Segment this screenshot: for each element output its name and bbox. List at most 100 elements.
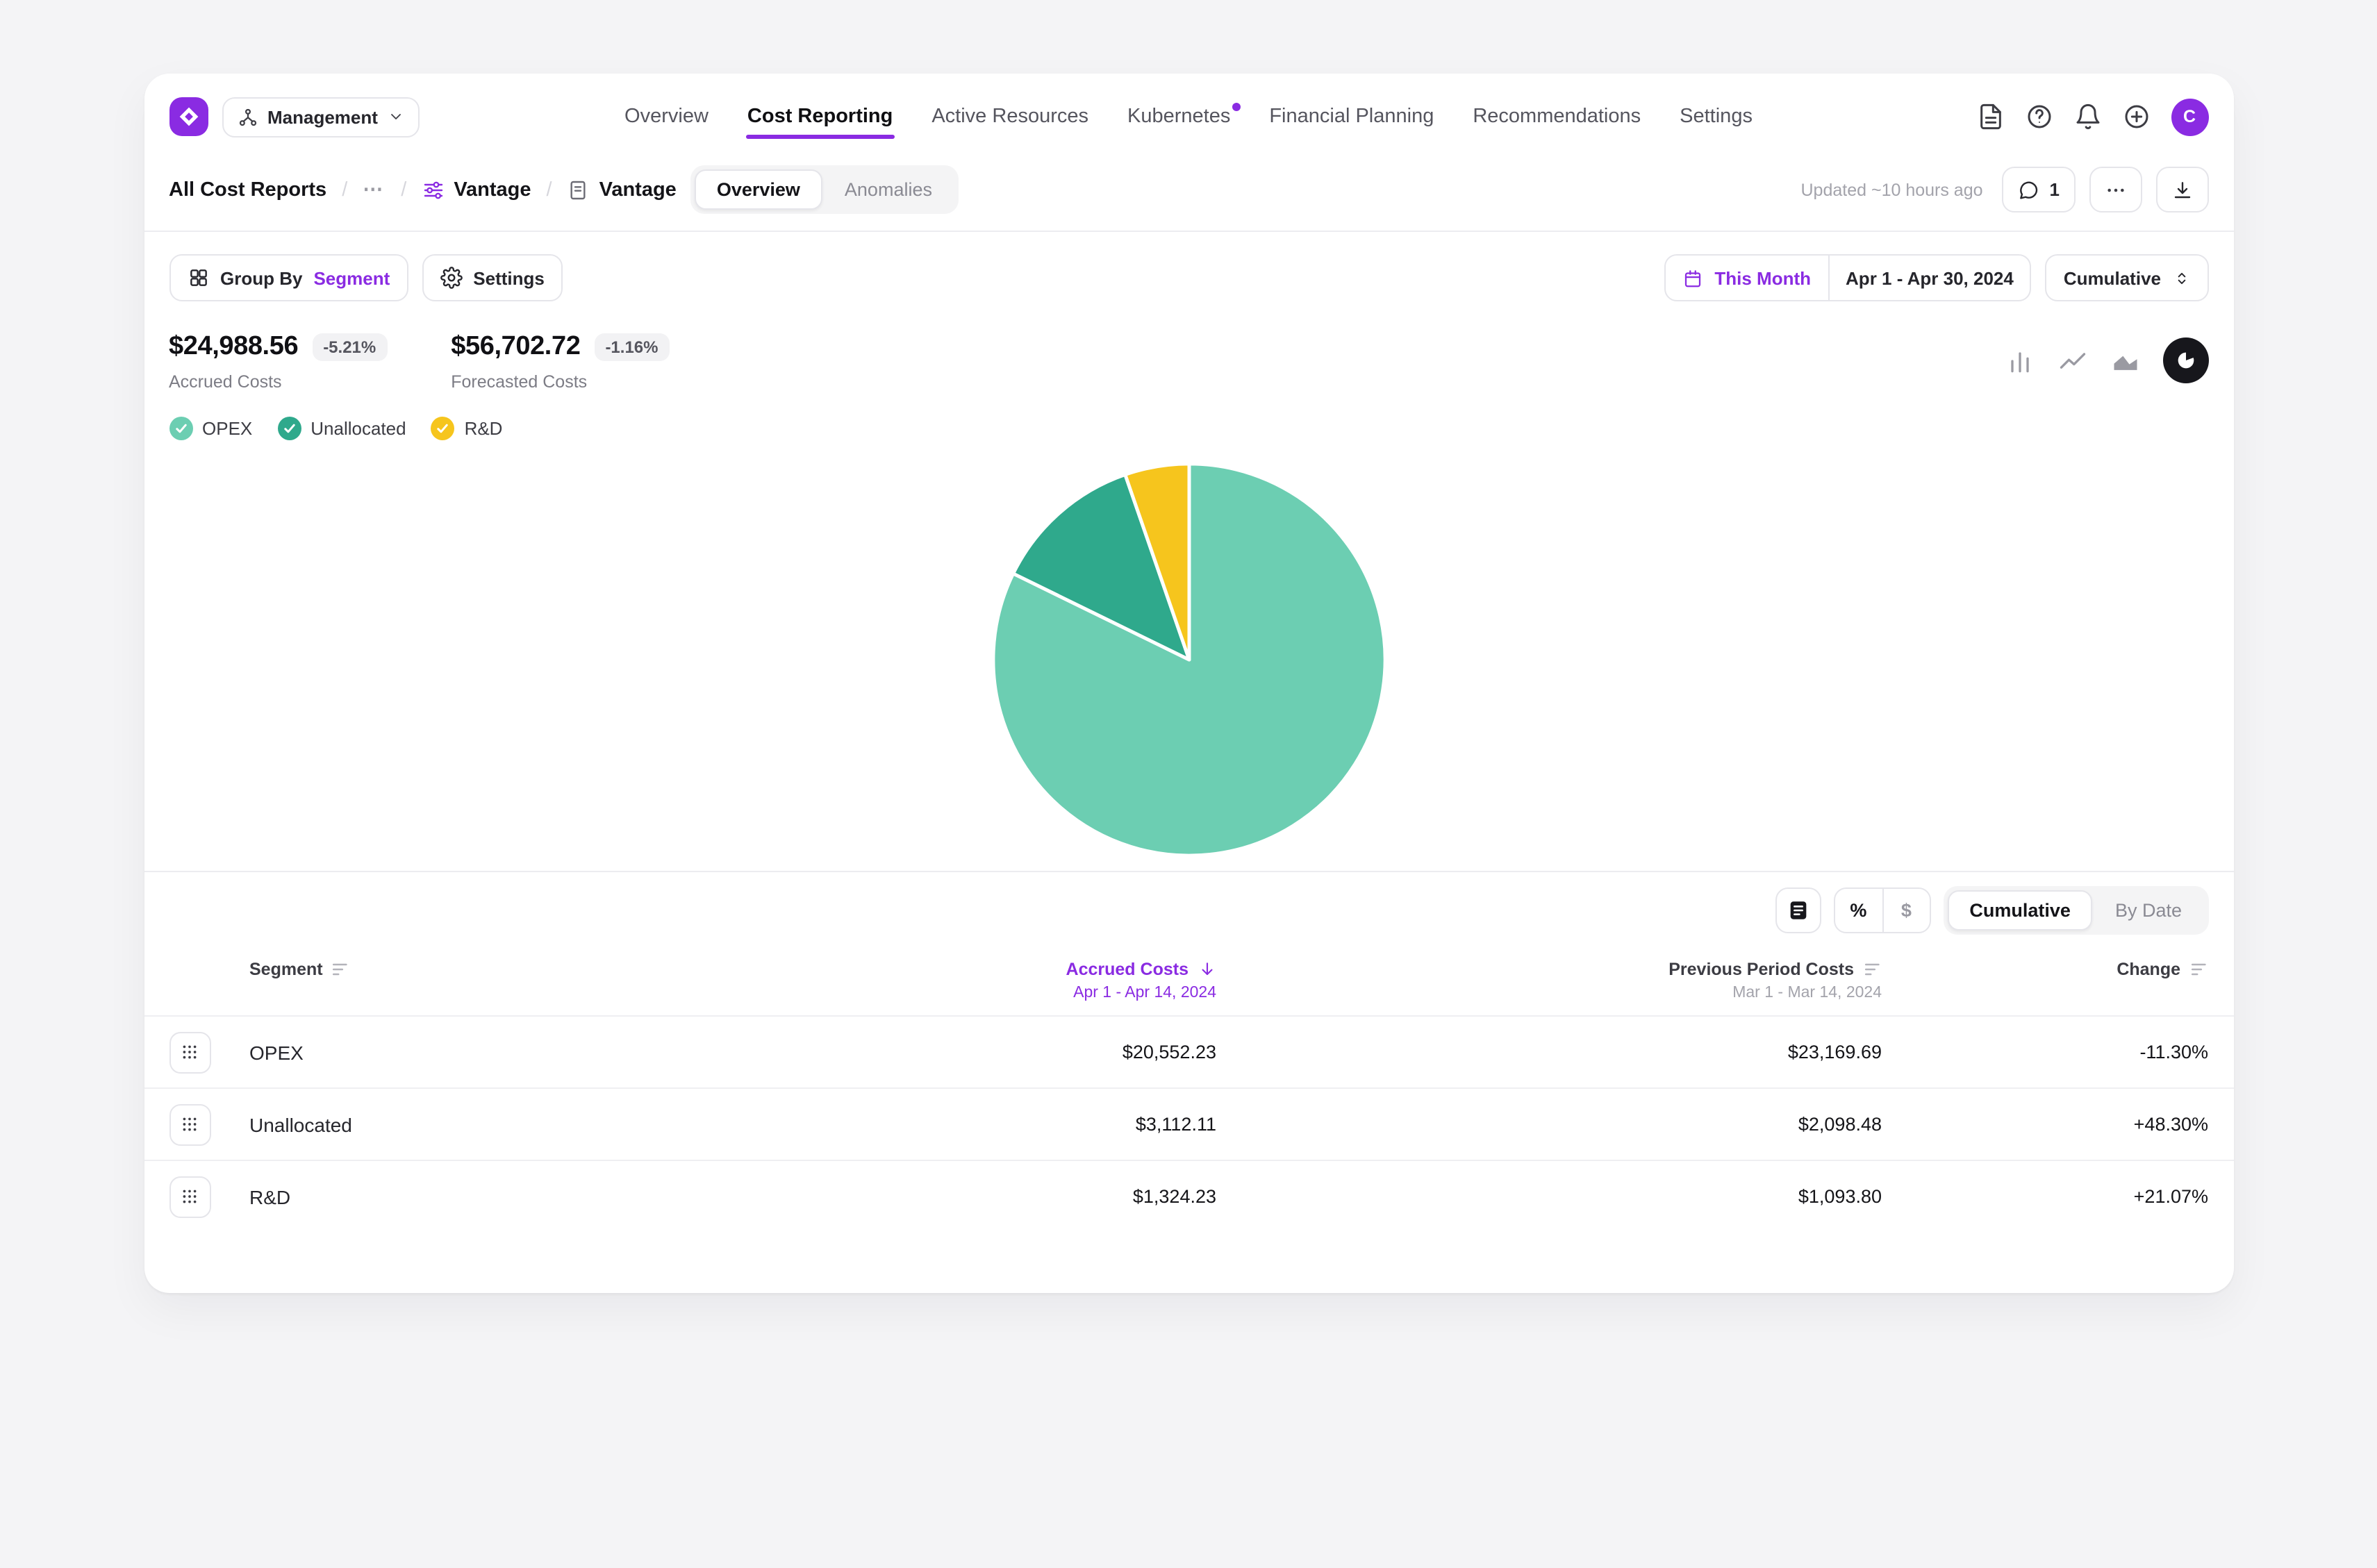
settings-label: Settings [473, 267, 545, 288]
report-view-button[interactable] [1775, 887, 1821, 933]
accrued-header-sub: Apr 1 - Apr 14, 2024 [758, 985, 1216, 1001]
vantage-logo[interactable] [169, 97, 208, 136]
nav-item-cost-reporting[interactable]: Cost Reporting [746, 89, 894, 144]
breadcrumb-report[interactable]: Vantage [568, 178, 677, 201]
nav-item-kubernetes-label: Kubernetes [1127, 106, 1230, 128]
breadcrumb-root[interactable]: All Cost Reports [169, 178, 326, 201]
forecasted-costs-delta-badge: -1.16% [594, 333, 669, 361]
breadcrumb-collapsed-button[interactable]: ⋯ [363, 178, 386, 201]
kpi-band: $24,988.56 -5.21% Accrued Costs $56,702.… [169, 332, 2208, 392]
pie-chart[interactable] [982, 453, 1395, 867]
percent-toggle[interactable]: % [1834, 889, 1882, 932]
row-segment: OPEX [249, 1041, 758, 1063]
legend-label-opex: OPEX [202, 418, 252, 439]
area-chart-icon[interactable] [2110, 345, 2140, 376]
dollar-toggle[interactable]: $ [1882, 889, 1929, 932]
legend-item-unallocated[interactable]: Unallocated [277, 417, 406, 440]
help-icon[interactable] [2025, 103, 2053, 131]
settings-button[interactable]: Settings [422, 254, 563, 301]
table-row[interactable]: OPEX $20,552.23 $23,169.69 -11.30% [144, 1015, 2233, 1087]
table-controls: % $ Cumulative By Date [144, 872, 2233, 949]
accrued-costs-label: Accrued Costs [169, 372, 387, 392]
row-change: +48.30% [1882, 1114, 2208, 1135]
col-header-change[interactable]: Change [1882, 960, 2208, 979]
tab-cumulative[interactable]: Cumulative [1947, 890, 2093, 931]
bar-chart-icon[interactable] [2004, 345, 2035, 376]
row-grid-handle[interactable] [169, 1176, 210, 1217]
col-header-accrued[interactable]: Accrued Costs Apr 1 - Apr 14, 2024 [758, 960, 1216, 1001]
legend-check-unallocated [277, 417, 301, 440]
breadcrumb-folder[interactable]: Vantage [422, 178, 531, 201]
docs-icon[interactable] [1976, 103, 2004, 131]
table-mode-tabs: Cumulative By Date [1943, 886, 2208, 935]
more-options-button[interactable] [2089, 167, 2142, 212]
download-icon [2171, 178, 2193, 201]
nav-item-kubernetes[interactable]: Kubernetes [1126, 89, 1232, 144]
pie-chart-icon [2173, 349, 2197, 372]
group-by-button[interactable]: Group By Segment [169, 254, 408, 301]
nav-item-recommendations[interactable]: Recommendations [1471, 89, 1642, 144]
new-badge-dot [1232, 103, 1240, 111]
date-range-button[interactable]: Apr 1 - Apr 30, 2024 [1829, 256, 2030, 300]
row-change: -11.30% [1882, 1042, 2208, 1062]
legend-item-opex[interactable]: OPEX [169, 417, 252, 440]
user-avatar[interactable]: C [2171, 98, 2208, 135]
row-previous: $23,169.69 [1216, 1042, 1882, 1062]
line-chart-icon[interactable] [2057, 345, 2087, 376]
nav-item-overview[interactable]: Overview [623, 89, 710, 144]
chart-area [169, 449, 2208, 871]
row-grid-handle[interactable] [169, 1031, 210, 1073]
view-tabs: Overview Anomalies [690, 165, 959, 214]
col-header-previous[interactable]: Previous Period Costs Mar 1 - Mar 14, 20… [1216, 960, 1882, 1001]
breadcrumb: All Cost Reports / ⋯ / Vantage / [169, 178, 677, 201]
date-preset-button[interactable]: This Month [1666, 256, 1829, 300]
table-report-icon [1786, 899, 1809, 922]
date-range-control: This Month Apr 1 - Apr 30, 2024 [1664, 254, 2031, 301]
tab-overview[interactable]: Overview [695, 169, 822, 210]
breadcrumb-separator: / [401, 178, 406, 201]
comments-count: 1 [2050, 179, 2060, 200]
nav-item-financial-planning[interactable]: Financial Planning [1268, 89, 1435, 144]
legend-item-rnd[interactable]: R&D [431, 417, 503, 440]
row-accrued: $20,552.23 [758, 1042, 1216, 1062]
aggregation-label: Cumulative [2064, 267, 2161, 288]
col-header-segment[interactable]: Segment [249, 960, 758, 979]
app-window: Management Overview Cost Reporting Activ… [144, 74, 2233, 1293]
comments-button[interactable]: 1 [2003, 167, 2075, 212]
org-nodes-icon [237, 106, 258, 127]
pie-chart-toggle-active[interactable] [2162, 337, 2208, 383]
diamond-logo-icon [177, 106, 199, 128]
main-nav: Overview Cost Reporting Active Resources… [623, 89, 1754, 144]
check-icon [436, 421, 451, 436]
workspace-switcher[interactable]: Management [222, 97, 420, 137]
download-button[interactable] [2155, 167, 2208, 212]
avatar-initial: C [2183, 107, 2196, 126]
legend-label-rnd: R&D [465, 418, 503, 439]
breadcrumb-report-label: Vantage [599, 178, 677, 201]
up-down-chevrons-icon [2172, 269, 2190, 287]
arrow-down-icon [1197, 960, 1216, 979]
last-updated-text: Updated ~10 hours ago [1801, 180, 1983, 199]
tab-by-date[interactable]: By Date [2093, 890, 2204, 931]
kpi-accrued-costs: $24,988.56 -5.21% Accrued Costs [169, 332, 387, 392]
previous-header-sub: Mar 1 - Mar 14, 2024 [1216, 985, 1882, 1001]
notifications-bell-icon[interactable] [2073, 103, 2101, 131]
check-icon [281, 421, 297, 436]
report-doc-icon [568, 178, 590, 201]
nav-item-active-resources[interactable]: Active Resources [930, 89, 1090, 144]
dots-grid-icon [181, 1187, 199, 1206]
group-by-value: Segment [313, 267, 390, 288]
row-grid-handle[interactable] [169, 1103, 210, 1145]
row-accrued: $3,112.11 [758, 1114, 1216, 1135]
table-row[interactable]: R&D $1,324.23 $1,093.80 +21.07% [144, 1160, 2233, 1232]
tab-anomalies[interactable]: Anomalies [822, 169, 954, 210]
aggregation-select[interactable]: Cumulative [2046, 254, 2208, 301]
accrued-header-label: Accrued Costs [1066, 960, 1188, 979]
nav-item-settings[interactable]: Settings [1678, 89, 1754, 144]
chart-legend: OPEX Unallocated R [169, 417, 2208, 440]
table-row[interactable]: Unallocated $3,112.11 $2,098.48 +48.30% [144, 1087, 2233, 1160]
previous-header-label: Previous Period Costs [1668, 960, 1854, 979]
add-icon[interactable] [2122, 103, 2150, 131]
row-change: +21.07% [1882, 1186, 2208, 1207]
breadcrumb-separator: / [342, 178, 347, 201]
